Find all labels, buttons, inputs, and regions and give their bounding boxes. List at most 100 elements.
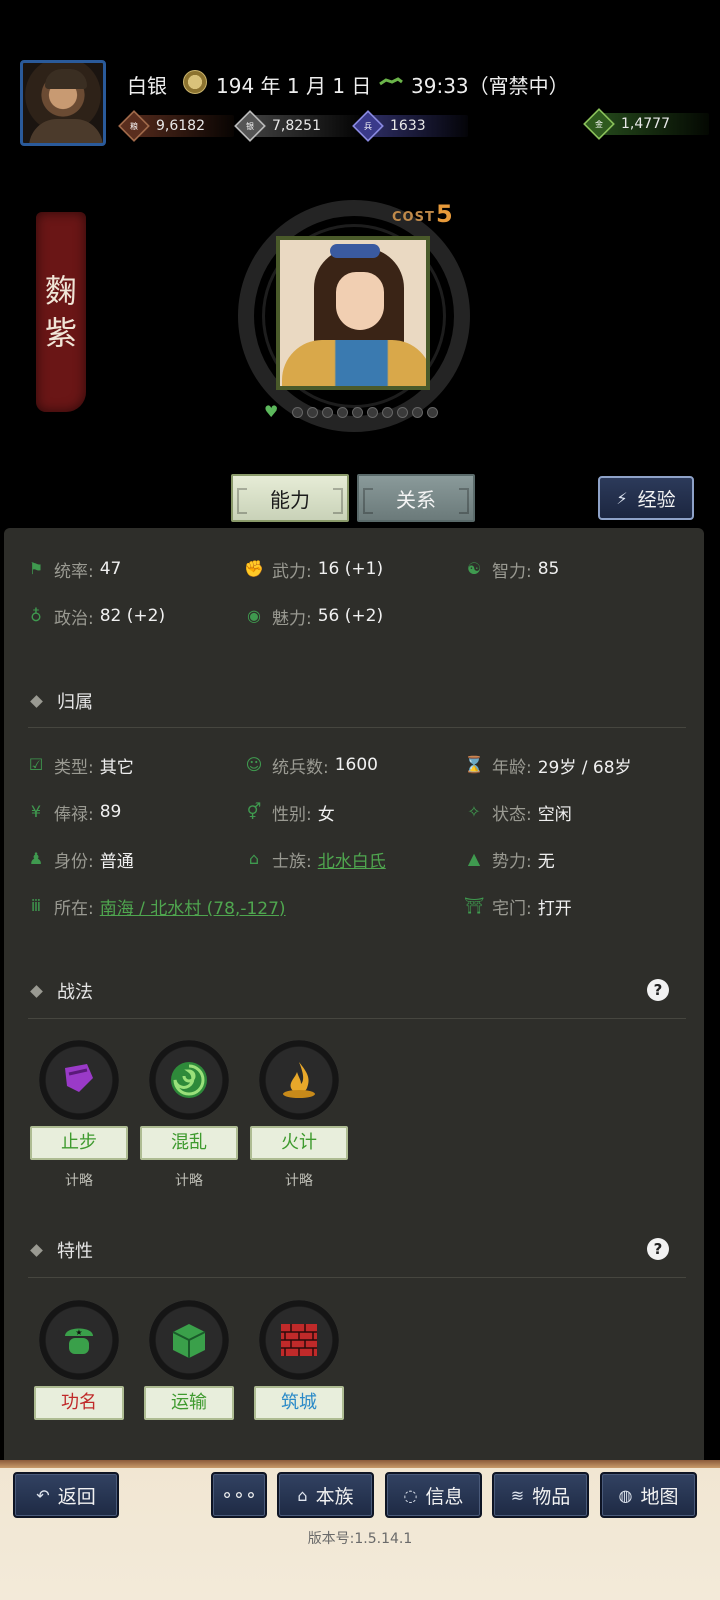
stat-status: ✧ 状态: 空闲 <box>464 800 571 825</box>
player-avatar[interactable] <box>20 60 106 146</box>
divider <box>28 1277 686 1278</box>
version-label: 版本号:1.5.14.1 <box>307 1531 413 1547</box>
stat-gender: ⚥ 性别: 女 <box>244 800 335 825</box>
tactic-name: 混乱 <box>140 1126 238 1160</box>
lightning-icon: ⚡ <box>616 488 628 508</box>
more-button[interactable]: ∘∘∘ <box>211 1472 267 1518</box>
food-value: 9,6182 <box>156 118 205 134</box>
character-name-banner: 麴 紫 <box>36 212 86 412</box>
tactic-stop[interactable]: 止步 计略 <box>30 1040 128 1190</box>
character-name-char-1: 麴 <box>44 272 77 310</box>
arm-icon: ✊ <box>244 559 264 578</box>
stat-intellect: ☯ 智力: 85 <box>464 557 560 582</box>
items-button[interactable]: ≋ 物品 <box>492 1472 589 1518</box>
swirl-icon <box>149 1040 229 1120</box>
experience-button[interactable]: ⚡ 经验 <box>598 476 694 520</box>
stat-politics: ♁ 政治: 82 (+2) <box>26 604 165 629</box>
calendar-check-icon: ☑ <box>28 755 44 774</box>
tactic-fire[interactable]: 火计 计略 <box>250 1040 348 1190</box>
troops-value: 1633 <box>390 118 426 134</box>
cost-value: 5 <box>436 200 453 228</box>
gold-resource[interactable]: 金 1,4777 <box>583 108 709 140</box>
stat-identity: ♟ 身份: 普通 <box>26 847 134 872</box>
clan-link[interactable]: 北水白氏 <box>318 847 386 872</box>
bond-dot <box>292 406 303 418</box>
tactics-help-icon[interactable]: ? <box>647 979 669 1001</box>
top-hud: 白银 194 年 1 月 1 日 39:33（宵禁中） 粮 9,6182 银 7… <box>0 0 720 160</box>
tactic-name: 止步 <box>30 1126 128 1160</box>
bond-dot <box>427 406 438 418</box>
bond-dot <box>367 406 378 418</box>
bond-dot <box>412 406 423 418</box>
experience-label: 经验 <box>637 488 676 511</box>
clan-icon: ⌂ <box>248 849 260 868</box>
map-button[interactable]: ◍ 地图 <box>600 1472 697 1518</box>
bond-dot <box>307 406 318 418</box>
tactic-type: 计略 <box>65 1173 93 1189</box>
trait-name: 功名 <box>34 1386 124 1420</box>
eye-icon: ◉ <box>247 606 261 625</box>
yen-icon: ¥ <box>30 802 42 821</box>
ellipsis-icon: ∘∘∘ <box>221 1484 257 1506</box>
trait-name: 运输 <box>144 1386 234 1420</box>
undo-arrow-icon: ↶ <box>36 1485 50 1505</box>
stat-command: ⚑ 统率: 47 <box>26 557 122 582</box>
trait-build-walls[interactable]: 筑城 <box>254 1300 344 1420</box>
tab-relation[interactable]: 关系 <box>357 474 475 522</box>
silver-value: 7,8251 <box>272 118 321 134</box>
pouch-icon: ♁ <box>30 606 42 625</box>
food-resource[interactable]: 粮 9,6182 <box>118 110 234 142</box>
bond-indicator: ♥ <box>264 404 438 420</box>
tab-ability[interactable]: 能力 <box>231 474 349 522</box>
soldier-helmet-icon: ★ <box>39 1300 119 1380</box>
bond-dot <box>397 406 408 418</box>
stat-type: ☑ 类型: 其它 <box>26 753 134 778</box>
curfew-icon <box>379 77 403 86</box>
flag-icon: ⚑ <box>28 559 44 578</box>
trait-transport[interactable]: 运输 <box>144 1300 234 1420</box>
troops-resource[interactable]: 兵 1633 <box>352 110 468 142</box>
character-portrait[interactable] <box>276 236 430 390</box>
tactic-type: 计略 <box>175 1173 203 1189</box>
stat-location: ⅲ 所在: 南海 / 北水村 (78,-127) <box>26 894 286 919</box>
currency-name: 白银 <box>127 74 167 98</box>
bond-dot <box>322 406 333 418</box>
grass-icon: ⅲ <box>30 896 42 915</box>
bond-dot <box>382 406 393 418</box>
location-link[interactable]: 南海 / 北水村 (78,-127) <box>100 894 286 919</box>
bottom-bar-edge <box>0 1460 720 1468</box>
stat-salary: ¥ 俸禄: 89 <box>26 800 121 825</box>
chat-bubble-icon: ◌ <box>403 1485 418 1505</box>
divider <box>28 1018 686 1019</box>
svg-text:★: ★ <box>75 1328 82 1337</box>
globe-icon: ◍ <box>618 1485 633 1505</box>
hourglass-icon: ⌛ <box>464 755 484 774</box>
stat-troops: ☺ 统兵数: 1600 <box>245 755 378 778</box>
boot-icon <box>39 1040 119 1120</box>
scroll-icon: ≋ <box>510 1485 525 1505</box>
trait-fame[interactable]: ★ 功名 <box>34 1300 124 1420</box>
clan-house-icon: ⌂ <box>297 1485 308 1505</box>
traits-help-icon[interactable]: ? <box>647 1238 669 1260</box>
bond-dot <box>337 406 348 418</box>
stat-clan: ⌂ 士族: 北水白氏 <box>244 847 386 872</box>
clan-button[interactable]: ⌂ 本族 <box>277 1472 374 1518</box>
info-button[interactable]: ◌ 信息 <box>385 1472 482 1518</box>
section-affiliation: 归属 <box>30 688 93 714</box>
gold-value: 1,4777 <box>621 116 670 132</box>
section-tactics: 战法 <box>30 978 93 1004</box>
gender-icon: ⚥ <box>246 802 262 821</box>
game-clock: 39:33（宵禁中） <box>411 74 569 98</box>
flame-icon <box>259 1040 339 1120</box>
stat-force: ✊ 武力: 16 (+1) <box>244 559 384 582</box>
box-icon <box>149 1300 229 1380</box>
tactic-confuse[interactable]: 混乱 计略 <box>140 1040 238 1190</box>
stat-faction: ▲ 势力: 无 <box>464 847 555 872</box>
calendar-icon <box>183 70 207 94</box>
person-icon: ☺ <box>245 755 263 774</box>
silver-resource[interactable]: 银 7,8251 <box>234 110 360 142</box>
heart-icon: ♥ <box>264 402 279 421</box>
back-button[interactable]: ↶ 返回 <box>13 1472 119 1518</box>
character-name-char-2: 紫 <box>44 314 77 352</box>
brain-icon: ☯ <box>466 559 482 578</box>
